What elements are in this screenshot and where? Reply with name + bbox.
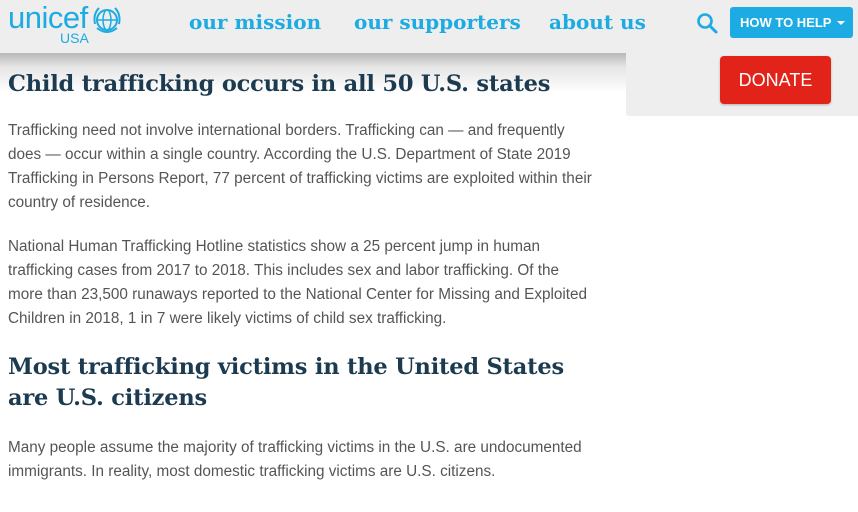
caret-down-icon <box>837 21 845 25</box>
how-to-help-label: HOW TO HELP <box>740 15 832 30</box>
nav-about-us[interactable]: about us <box>549 10 646 34</box>
nav-our-mission[interactable]: our mission <box>189 10 321 34</box>
paragraph-citizens: Many people assume the majority of traff… <box>8 439 582 480</box>
paragraph-hotline-statistics: National Human Trafficking Hotline stati… <box>8 238 588 327</box>
logo-usa-label: USA <box>60 30 89 46</box>
unicef-usa-logo[interactable]: unicef USA <box>8 0 126 48</box>
search-icon[interactable] <box>695 11 719 35</box>
site-header: unicef USA our mission our supporters ab… <box>0 0 858 53</box>
paragraph-international-borders: Trafficking need not involve internation… <box>8 122 592 211</box>
how-to-help-button[interactable]: HOW TO HELP <box>730 7 853 38</box>
donate-button[interactable]: DONATE <box>720 56 831 104</box>
unicef-globe-icon <box>93 7 121 33</box>
heading-us-citizens: Most trafficking victims in the United S… <box>8 354 564 411</box>
heading-child-trafficking: Child trafficking occurs in all 50 U.S. … <box>8 71 551 97</box>
nav-our-supporters[interactable]: our supporters <box>354 10 521 34</box>
